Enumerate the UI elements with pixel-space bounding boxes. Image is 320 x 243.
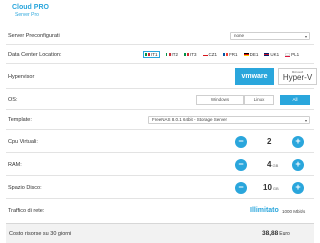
datacenter-option-uk1[interactable]: UK1 — [264, 51, 279, 58]
traffic-label: Traffico di rete: — [8, 208, 45, 214]
total-value: 38,88 — [262, 230, 279, 237]
brand: Cloud PRO Server Pro — [12, 4, 49, 18]
flag-cz-icon — [202, 52, 208, 57]
total-label: Costo risorse su 30 giorni — [9, 231, 72, 237]
disk-unit: GB — [272, 186, 279, 191]
vmware-logo: vmware — [241, 73, 268, 80]
os-all-button[interactable]: All — [280, 95, 310, 105]
brand-title: Cloud PRO — [12, 4, 49, 11]
ram-value: 4 — [267, 160, 272, 169]
disk-row: Spazio Disco: − 10GB + — [6, 177, 314, 199]
total-price: 38,88Euro — [262, 230, 290, 237]
datacenter-option-cz1[interactable]: CZ1 — [202, 51, 218, 58]
disk-value: 10 — [263, 183, 272, 192]
total-row: Costo risorse su 30 giorni 38,88Euro — [6, 223, 314, 243]
os-label: OS: — [8, 96, 18, 103]
datacenter-option-pl1[interactable]: PL1 — [285, 51, 299, 58]
datacenter-row: Data Center Location: IT1 IT2 IT3 CZ1 FR… — [6, 46, 314, 64]
flag-it-icon — [165, 52, 171, 57]
template-select[interactable]: FreeNAS 8.0.1 64bit - Storage Server — [148, 116, 310, 124]
cpu-decrease-button[interactable]: − — [235, 136, 247, 148]
os-windows-button[interactable]: Windows — [196, 95, 244, 105]
cpu-increase-button[interactable]: + — [292, 136, 304, 148]
disk-label: Spazio Disco: — [8, 184, 42, 191]
flag-uk-icon — [264, 52, 270, 57]
ram-decrease-button[interactable]: − — [235, 159, 247, 171]
ram-row: RAM: − 4GB + — [6, 154, 314, 176]
ram-quantity: 4GB — [267, 159, 278, 172]
hypervisor-vmware-button[interactable]: vmware — [235, 68, 274, 85]
cpu-label: Cpu Virtuali: — [8, 138, 38, 145]
traffic-unit: 1000 Mbit/s — [282, 209, 306, 214]
traffic-row: Traffico di rete: Illimitato 1000 Mbit/s — [6, 200, 314, 222]
datacenter-label: Data Center Location: — [8, 51, 62, 58]
datacenter-code: IT3 — [190, 52, 197, 57]
flag-de-icon — [243, 52, 249, 57]
os-linux-button[interactable]: Linux — [244, 95, 274, 105]
datacenter-code: CZ1 — [208, 52, 218, 57]
flag-pl-icon — [285, 52, 291, 57]
flag-it-icon — [145, 52, 151, 57]
brand-subtitle: Server Pro — [15, 12, 39, 18]
ram-increase-button[interactable]: + — [292, 159, 304, 171]
template-value: FreeNAS 8.0.1 64bit - Storage Server — [152, 117, 228, 122]
datacenter-option-it2[interactable]: IT2 — [165, 51, 179, 58]
datacenter-code: IT2 — [171, 52, 179, 57]
template-label: Template: — [8, 117, 32, 123]
disk-decrease-button[interactable]: − — [235, 182, 247, 194]
total-currency: Euro — [279, 231, 290, 237]
hyperv-logo: Hyper-V — [282, 73, 313, 82]
template-row: Template: FreeNAS 8.0.1 64bit - Storage … — [6, 111, 314, 130]
datacenter-code: IT1 — [151, 52, 158, 57]
datacenter-code: FR1 — [229, 52, 238, 57]
disk-quantity: 10GB — [263, 182, 279, 195]
hypervisor-row: Hypervisor vmware Microsoft Hyper-V — [6, 65, 317, 89]
traffic-value: Illimitato — [250, 207, 279, 214]
flag-fr-icon — [223, 52, 229, 57]
datacenter-option-de1[interactable]: DE1 — [243, 51, 259, 58]
datacenter-option-it3[interactable]: IT3 — [184, 51, 197, 58]
preconfigured-select[interactable]: none — [230, 32, 310, 40]
hypervisor-hyperv-button[interactable]: Microsoft Hyper-V — [278, 68, 317, 85]
hypervisor-label: Hypervisor — [8, 73, 35, 80]
preconfigured-value: none — [234, 33, 245, 38]
chevron-down-icon — [305, 119, 307, 122]
preconfigured-row: Server Preconfigurati none — [6, 28, 314, 45]
cpu-row: Cpu Virtuali: − 2 + — [6, 131, 314, 153]
datacenter-options: IT1 IT2 IT3 CZ1 FR1 DE1 UK1 PL1 — [143, 51, 299, 58]
flag-it-icon — [184, 52, 190, 57]
preconfigured-label: Server Preconfigurati — [8, 33, 60, 39]
ram-unit: GB — [272, 163, 279, 168]
disk-increase-button[interactable]: + — [292, 182, 304, 194]
datacenter-option-fr1[interactable]: FR1 — [223, 51, 238, 58]
datacenter-code: PL1 — [291, 52, 300, 57]
chevron-down-icon — [305, 35, 307, 38]
os-row: OS: Windows Linux All — [6, 90, 314, 110]
datacenter-code: UK1 — [270, 52, 280, 57]
datacenter-option-it1[interactable]: IT1 — [143, 51, 160, 58]
server-configurator: Cloud PRO Server Pro Server Preconfigura… — [0, 0, 320, 243]
datacenter-code: DE1 — [249, 52, 259, 57]
cpu-value: 2 — [267, 137, 272, 146]
ram-label: RAM: — [8, 161, 22, 168]
